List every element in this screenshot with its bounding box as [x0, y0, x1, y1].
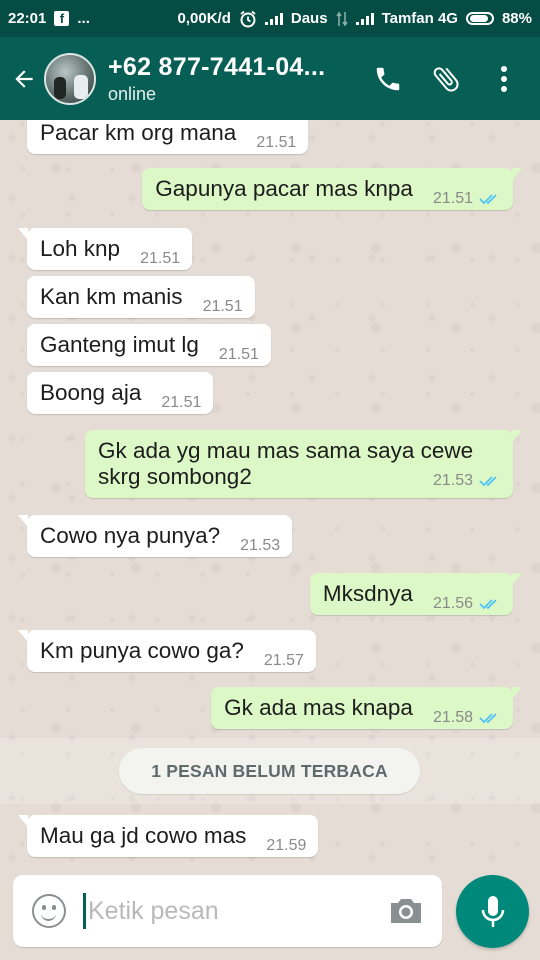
more-options-button[interactable]: [486, 61, 522, 97]
message-meta: 21.51: [433, 190, 501, 208]
message-text: Mau ga jd cowo mas: [40, 823, 247, 848]
double-check-icon: [479, 474, 501, 492]
back-arrow-icon: [15, 69, 33, 88]
message-list[interactable]: Pacar km org mana 21.51 Gapunya pacar mas…: [0, 120, 540, 868]
double-check-icon: [479, 192, 501, 210]
message-incoming[interactable]: Cowo nya punya? 21.53: [17, 515, 293, 557]
message-time: 21.58: [432, 709, 473, 726]
composer: [13, 875, 442, 947]
message-time: 21.51: [218, 346, 259, 363]
back-button[interactable]: [4, 59, 44, 99]
message-incoming[interactable]: Ganteng imut lg 21.51: [27, 324, 271, 366]
alarm-icon: [240, 10, 256, 27]
message-text: Mksdnya: [322, 581, 413, 606]
message-text: Km punya cowo ga?: [40, 638, 244, 663]
message-time: 21.51: [161, 394, 202, 411]
message-text: Cowo nya punya?: [40, 523, 221, 548]
contact-status: online: [108, 83, 157, 104]
message-text: Gapunya pacar mas knpa: [155, 176, 413, 201]
message-text: Gk ada mas knapa: [224, 695, 413, 720]
message-outgoing[interactable]: Gk ada yg mau mas sama saya cewe skrg so…: [85, 430, 522, 498]
double-check-icon: [479, 711, 501, 729]
message-text: Boong aja: [40, 380, 142, 405]
carrier-1: Daus: [290, 10, 328, 27]
message-input[interactable]: [88, 896, 348, 926]
message-meta: 21.56: [433, 595, 501, 613]
message-incoming[interactable]: Km punya cowo ga? 21.57: [18, 630, 316, 672]
contact-info[interactable]: +62 877-7441-04... online: [108, 53, 325, 105]
avatar[interactable]: [44, 52, 96, 105]
message-incoming[interactable]: Loh knp 21.51: [17, 228, 193, 270]
message-time: 21.53: [432, 472, 473, 489]
message-time: 21.53: [240, 537, 281, 554]
more-vert-icon: [501, 65, 507, 92]
carrier-2: Tamfan 4G: [381, 10, 458, 27]
message-time: 21.51: [432, 190, 473, 207]
text-cursor: [83, 893, 86, 929]
message-text-line-2: skrg sombong2: [98, 464, 252, 489]
double-check-icon: [479, 597, 501, 615]
message-text: Ganteng imut lg: [40, 332, 199, 357]
chat-header: +62 877-7441-04... online: [0, 37, 540, 120]
message-outgoing[interactable]: Mksdnya 21.56: [309, 573, 523, 615]
message-meta: 21.53: [433, 472, 501, 490]
emoji-icon[interactable]: [32, 894, 66, 928]
data-transfer-icon: [335, 11, 348, 26]
contact-name: +62 877-7441-04...: [108, 52, 326, 81]
mic-icon: [481, 895, 504, 927]
message-meta: 21.58: [433, 709, 501, 727]
camera-icon: [391, 899, 421, 923]
message-text: Kan km manis: [40, 284, 183, 309]
message-time: 21.51: [256, 134, 297, 151]
clock: 22:01: [8, 10, 47, 27]
unread-messages-badge: 1 PESAN BELUM TERBACA: [119, 748, 420, 794]
attach-icon: [433, 66, 459, 92]
composer-bar: [0, 868, 540, 960]
message-outgoing[interactable]: Gk ada mas knapa 21.58: [211, 687, 522, 729]
attach-button[interactable]: [428, 61, 464, 97]
message-incoming[interactable]: Mau ga jd cowo mas 21.59: [17, 815, 319, 857]
message-text-line-1: Gk ada yg mau mas sama saya cewe: [98, 438, 474, 463]
phone-icon: [376, 67, 400, 90]
battery-level: 88%: [501, 10, 532, 27]
voice-record-button[interactable]: [456, 875, 529, 948]
message-time: 21.57: [263, 652, 304, 669]
battery-icon: [465, 12, 494, 25]
message-incoming[interactable]: Pacar km org mana 21.51: [27, 120, 309, 154]
message-time: 21.59: [266, 837, 307, 854]
status-bar: 22:01 f ... 0,00K/d Daus Tamfan 4G 88%: [0, 0, 540, 37]
message-outgoing[interactable]: Gapunya pacar mas knpa 21.51: [142, 168, 522, 210]
facebook-icon: f: [54, 11, 70, 26]
signal-icon: [264, 12, 283, 25]
message-time: 21.51: [202, 298, 243, 315]
message-text: Loh knp: [40, 236, 121, 261]
signal-icon-2: [355, 12, 374, 25]
message-time: 21.56: [432, 595, 473, 612]
message-incoming[interactable]: Kan km manis 21.51: [27, 276, 255, 318]
camera-button[interactable]: [388, 896, 424, 926]
message-incoming[interactable]: Boong aja 21.51: [27, 372, 214, 414]
network-speed: 0,00K/d: [177, 10, 231, 27]
voice-call-button[interactable]: [370, 61, 406, 97]
message-time: 21.51: [140, 250, 181, 267]
notification-dots: ...: [77, 10, 90, 27]
message-text: Pacar km org mana: [40, 120, 237, 145]
